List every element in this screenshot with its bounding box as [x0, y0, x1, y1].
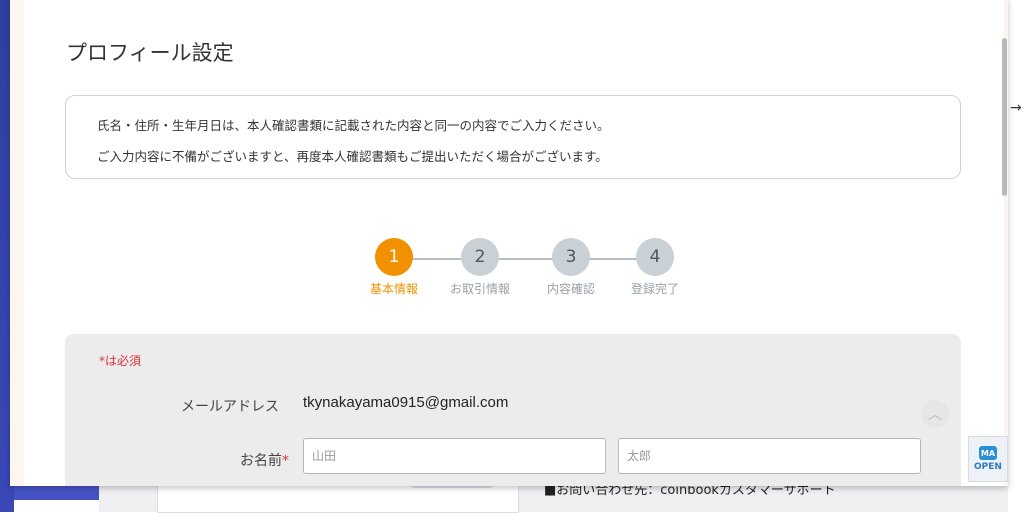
step-2: 2 お取引情報	[440, 238, 520, 297]
background-right-strip: →	[1008, 0, 1024, 512]
info-line-1: 氏名・住所・生年月日は、本人確認書類に記載された内容と同一の内容でご入力ください…	[97, 118, 610, 133]
ma-logo-icon: MA	[979, 446, 997, 460]
modal-content: プロフィール設定 氏名・住所・生年月日は、本人確認書類に記載された内容と同一の内…	[24, 0, 1004, 486]
email-label: メールアドレス	[181, 399, 279, 415]
step-3-label: 内容確認	[546, 282, 595, 296]
scroll-to-top-button[interactable]: ︿	[921, 400, 949, 428]
step-1-label: 基本情報	[369, 282, 418, 296]
first-name-input[interactable]	[618, 438, 921, 474]
page-title: プロフィール設定	[66, 41, 234, 65]
step-4-label: 登録完了	[630, 282, 679, 296]
open-badge[interactable]: MA OPEN	[968, 436, 1008, 482]
name-label-text: お名前	[240, 453, 282, 469]
info-notice-box: 氏名・住所・生年月日は、本人確認書類に記載された内容と同一の内容でご入力ください…	[65, 95, 961, 179]
required-note: *は必須	[99, 354, 142, 368]
info-line-2: ご入力内容に不備がございますと、再度本人確認書類もご提出いただく場合がございます…	[97, 149, 608, 164]
profile-settings-modal: プロフィール設定 氏名・住所・生年月日は、本人確認書類に記載された内容と同一の内…	[10, 0, 1008, 486]
last-name-input[interactable]	[303, 438, 606, 474]
step-4-circle: 4	[636, 238, 674, 276]
basic-info-form: *は必須 メールアドレス tkynakayama0915@gmail.com お…	[65, 334, 961, 486]
step-2-circle: 2	[461, 238, 499, 276]
modal-scrollbar[interactable]	[1002, 38, 1007, 196]
open-badge-label: OPEN	[974, 462, 1002, 472]
step-3-circle: 3	[552, 238, 590, 276]
step-2-label: お取引情報	[449, 282, 510, 296]
chevron-up-icon: ︿	[928, 407, 942, 423]
required-mark: *	[282, 453, 289, 469]
progress-stepper: 1 基本情報 2 お取引情報 3 内容確認 4 登録完了	[354, 238, 684, 298]
step-1: 1 基本情報	[354, 238, 434, 297]
step-4: 4 登録完了	[615, 238, 695, 297]
step-3: 3 内容確認	[531, 238, 611, 297]
arrow-right-icon: →	[1010, 100, 1022, 116]
step-1-circle: 1	[375, 238, 413, 276]
name-label: お名前*	[179, 450, 289, 470]
email-value: tkynakayama0915@gmail.com	[303, 394, 509, 411]
